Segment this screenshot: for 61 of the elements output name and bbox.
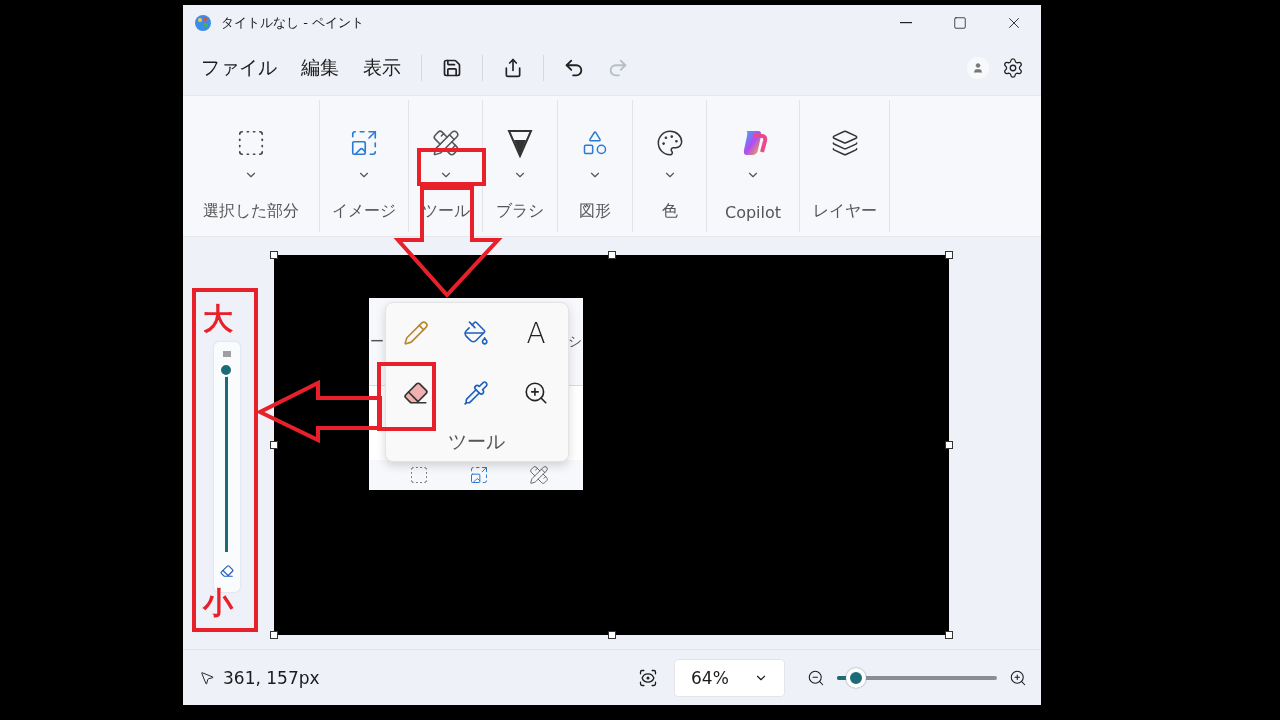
ribbon-group-label: Copilot bbox=[724, 203, 782, 222]
pencil-ruler-icon bbox=[529, 465, 549, 485]
text-tool-glyph: A bbox=[526, 316, 546, 350]
highlight-frame bbox=[417, 148, 486, 186]
ribbon-group-label: 図形 bbox=[579, 201, 611, 222]
image-resize-icon bbox=[469, 465, 489, 485]
minimize-icon bbox=[900, 21, 912, 24]
ribbon-group-label: レイヤー bbox=[812, 201, 877, 222]
resize-handle[interactable] bbox=[270, 441, 278, 449]
window-title: タイトルなし - ペイント bbox=[221, 13, 365, 32]
maximize-icon bbox=[953, 15, 967, 30]
resize-handle[interactable] bbox=[270, 631, 278, 639]
eraser-icon bbox=[403, 380, 429, 406]
ribbon-group-label: ツール bbox=[421, 201, 470, 222]
fit-to-window-icon[interactable] bbox=[638, 667, 658, 688]
small-label: 小 bbox=[203, 584, 233, 622]
popup-title: ツール bbox=[447, 429, 505, 454]
zoom-in-icon[interactable] bbox=[1009, 668, 1027, 687]
thick-lines-icon bbox=[222, 350, 232, 358]
resize-handle[interactable] bbox=[270, 251, 278, 259]
dashed-selection-icon bbox=[409, 465, 429, 485]
magnifier-icon bbox=[523, 380, 549, 406]
slider-thumb[interactable] bbox=[846, 667, 867, 688]
save-icon bbox=[442, 57, 462, 78]
resize-handle[interactable] bbox=[945, 631, 953, 639]
settings-icon bbox=[1002, 56, 1024, 79]
paint-palette-icon bbox=[193, 12, 213, 33]
resize-handle[interactable] bbox=[607, 251, 616, 259]
ribbon-group-label: イメージ bbox=[332, 201, 396, 222]
tool-button[interactable]: A bbox=[516, 313, 556, 353]
zoom-dropdown[interactable]: 64% bbox=[674, 658, 785, 697]
pencil-icon bbox=[403, 320, 429, 346]
resize-handle[interactable] bbox=[607, 631, 616, 639]
cut-off-label: シ bbox=[568, 332, 582, 351]
shapes-icon bbox=[581, 129, 609, 157]
small-eraser-icon bbox=[220, 564, 234, 578]
ribbon-group-label: ブラシ bbox=[496, 201, 544, 222]
dashed-selection-icon bbox=[236, 128, 266, 158]
account-avatar-icon[interactable] bbox=[967, 56, 989, 79]
palette-icon bbox=[655, 129, 684, 157]
brush-icon bbox=[507, 128, 533, 158]
menu-item[interactable]: ファイル bbox=[191, 48, 287, 87]
highlight-frame bbox=[377, 362, 436, 431]
cut-off-label: ー bbox=[370, 332, 384, 351]
share-icon bbox=[503, 57, 523, 78]
slider-thumb[interactable] bbox=[219, 363, 233, 377]
image-resize-icon bbox=[349, 128, 379, 158]
pointer-icon bbox=[199, 669, 215, 686]
menu-item[interactable]: 編集 bbox=[291, 48, 349, 87]
color-picker-icon bbox=[463, 380, 489, 406]
ribbon-group-label: 選択した部分 bbox=[203, 201, 299, 222]
layers-icon bbox=[830, 129, 859, 157]
resize-handle[interactable] bbox=[945, 441, 953, 449]
resize-handle[interactable] bbox=[945, 251, 953, 259]
cursor-position: 361, 157px bbox=[223, 667, 321, 688]
ribbon-group-label: 色 bbox=[661, 201, 678, 222]
large-label: 大 bbox=[203, 300, 233, 338]
menu-item[interactable]: 表示 bbox=[353, 48, 411, 87]
zoom-out-icon[interactable] bbox=[807, 668, 825, 687]
pencil-ruler-icon bbox=[431, 129, 460, 157]
paint-bucket-icon bbox=[463, 320, 489, 346]
